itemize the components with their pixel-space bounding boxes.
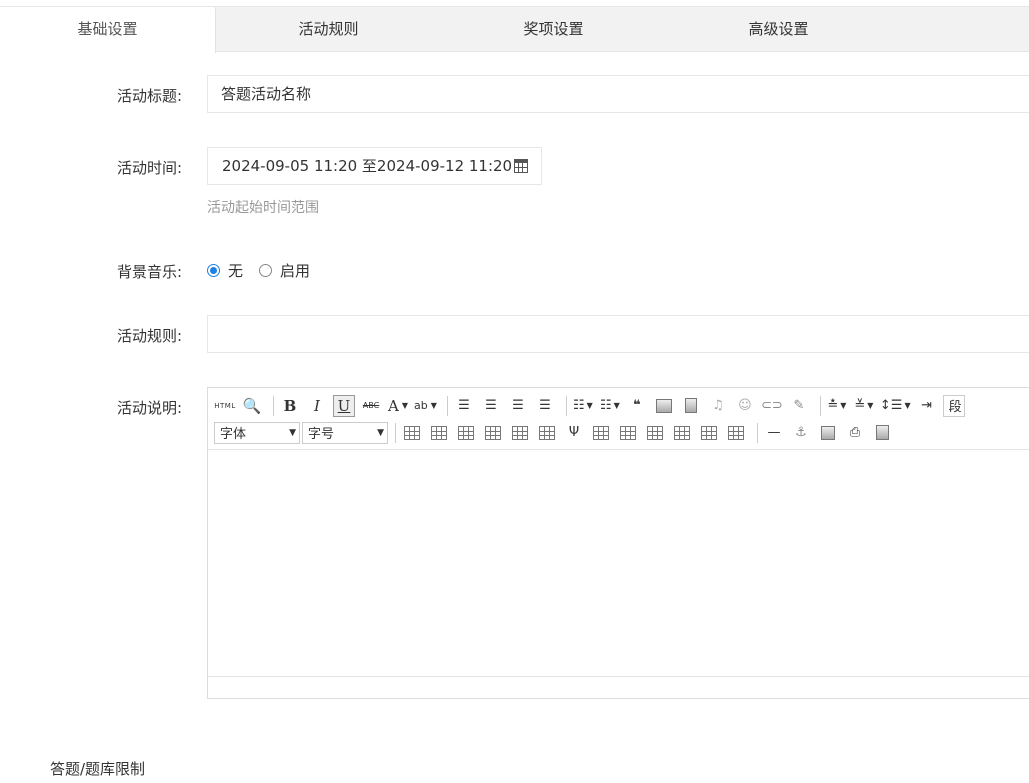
music-icon[interactable]: ♫ (707, 395, 729, 417)
split-rows-icon[interactable] (671, 422, 693, 444)
back-color-label: ab (414, 399, 428, 412)
toolbar-row-1: HTML 🔍 B I U ABC A ▼ ab ▼ ☰ ☰ ☰ ☰ ☷ ▼ ☷ ▼ ❝ … (214, 392, 1029, 419)
music-enable-radio[interactable] (259, 263, 273, 277)
align-justify-icon[interactable]: ☰ (534, 395, 556, 417)
tab-activity-rules[interactable]: 活动规则 (216, 7, 441, 52)
music-label: 背景音乐: (116, 263, 182, 281)
chevron-down-icon: ▼ (289, 427, 296, 438)
blockquote-icon[interactable]: ❝ (626, 395, 648, 417)
link-icon[interactable]: ⊂⊃ (761, 395, 783, 417)
line-height-icon[interactable]: ↕☰ ▼ (880, 395, 911, 417)
toolbar-separator (757, 422, 758, 443)
insert-caption-icon[interactable] (455, 422, 477, 444)
music-none-label[interactable]: 无 (228, 260, 243, 281)
unordered-list-icon[interactable]: ☷ ▼ (599, 395, 621, 417)
description-label: 活动说明: (116, 399, 182, 417)
template-icon[interactable] (817, 422, 839, 444)
image-icon[interactable] (653, 395, 675, 417)
delete-table-icon[interactable] (725, 422, 747, 444)
rules-label: 活动规则: (116, 327, 182, 345)
activity-time-value: 2024-09-05 11:20 至2024-09-12 11:20 (222, 157, 513, 175)
toolbar-row-2: 字体 ▼ 字号 ▼ Ψ — ⚓ ⎙ (214, 419, 1029, 446)
emoji-icon[interactable]: ☺ (734, 395, 756, 417)
toolbar-separator (273, 395, 274, 416)
insert-table-icon[interactable] (401, 422, 423, 444)
eraser-icon[interactable]: ✎ (788, 395, 810, 417)
font-color-button[interactable]: A ▼ (387, 395, 409, 417)
music-enable-label[interactable]: 启用 (280, 260, 310, 281)
time-hint: 活动起始时间范围 (207, 200, 319, 216)
chevron-down-icon: ▼ (377, 427, 384, 438)
merge-down-icon[interactable] (644, 422, 666, 444)
anchor-icon[interactable]: ⚓ (790, 422, 812, 444)
tab-bar: 基础设置 活动规则 奖项设置 高级设置 (0, 6, 1029, 53)
chevron-down-icon: ▼ (401, 401, 408, 410)
calendar-icon[interactable] (514, 159, 528, 173)
underline-button[interactable]: U (333, 394, 355, 417)
toolbar-separator (819, 395, 821, 416)
title-label: 活动标题: (116, 87, 182, 105)
editor-toolbar: HTML 🔍 B I U ABC A ▼ ab ▼ ☰ ☰ ☰ ☰ ☷ ▼ ☷ ▼ ❝ … (208, 388, 1029, 450)
merge-right-icon[interactable] (617, 422, 639, 444)
tab-prize-settings[interactable]: 奖项设置 (441, 7, 666, 52)
insert-row-icon[interactable] (482, 422, 504, 444)
align-right-icon[interactable]: ☰ (507, 395, 529, 417)
html-source-button[interactable]: HTML (214, 395, 236, 417)
activity-time-input[interactable]: 2024-09-05 11:20 至2024-09-12 11:20 (207, 147, 542, 185)
table-properties-icon[interactable] (428, 422, 450, 444)
row-spacing-bottom-icon[interactable]: ≚ ▼ (853, 395, 875, 417)
video-icon[interactable] (680, 395, 702, 417)
horizontal-rule-icon[interactable]: — (763, 422, 785, 444)
time-label: 活动时间: (116, 159, 182, 177)
strikethrough-button[interactable]: ABC (360, 395, 382, 417)
indent-icon[interactable]: ⇥ (916, 395, 938, 417)
preview-icon[interactable]: 🔍 (241, 395, 263, 417)
toolbar-separator (395, 422, 396, 443)
activity-title-input[interactable]: 答题活动名称 (207, 75, 1029, 113)
insert-col-icon[interactable] (509, 422, 531, 444)
italic-button[interactable]: I (306, 395, 328, 417)
tab-advanced-settings[interactable]: 高级设置 (666, 7, 891, 52)
align-left-icon[interactable]: ☰ (453, 395, 475, 417)
delete-col-icon[interactable] (536, 422, 558, 444)
chevron-down-icon: ▼ (430, 401, 437, 410)
font-family-select[interactable]: 字体 ▼ (214, 421, 300, 444)
music-none-radio[interactable] (207, 263, 220, 277)
font-color-label: A (388, 396, 399, 415)
paragraph-select[interactable]: 段 (942, 394, 965, 417)
row-spacing-top-icon[interactable]: ≛ ▼ (826, 395, 848, 417)
font-family-value: 字体 (220, 427, 247, 442)
activity-rules-input[interactable] (207, 315, 1029, 353)
print-icon[interactable]: ⎙ (844, 422, 866, 444)
editor-footer (208, 676, 1029, 698)
toolbar-separator (446, 395, 448, 416)
toolbar-separator (565, 395, 567, 416)
align-center-icon[interactable]: ☰ (480, 395, 502, 417)
editor-content-area[interactable] (208, 450, 1029, 676)
bold-button[interactable]: B (279, 395, 301, 417)
back-color-button[interactable]: ab ▼ (414, 395, 437, 417)
split-cell-icon[interactable]: Ψ (563, 422, 585, 444)
paste-icon[interactable] (871, 422, 893, 444)
merge-cells-icon[interactable] (590, 422, 612, 444)
section-title-quiz-limit: 答题/题库限制 (50, 760, 146, 778)
split-cols-icon[interactable] (698, 422, 720, 444)
tab-basic-settings[interactable]: 基础设置 (0, 7, 216, 53)
music-radio-group: 无 启用 (207, 260, 326, 280)
font-size-value: 字号 (308, 427, 335, 442)
rich-text-editor: HTML 🔍 B I U ABC A ▼ ab ▼ ☰ ☰ ☰ ☰ ☷ ▼ ☷ ▼ ❝ … (207, 387, 1029, 699)
ordered-list-icon[interactable]: ☷ ▼ (572, 395, 594, 417)
font-size-select[interactable]: 字号 ▼ (302, 421, 388, 444)
